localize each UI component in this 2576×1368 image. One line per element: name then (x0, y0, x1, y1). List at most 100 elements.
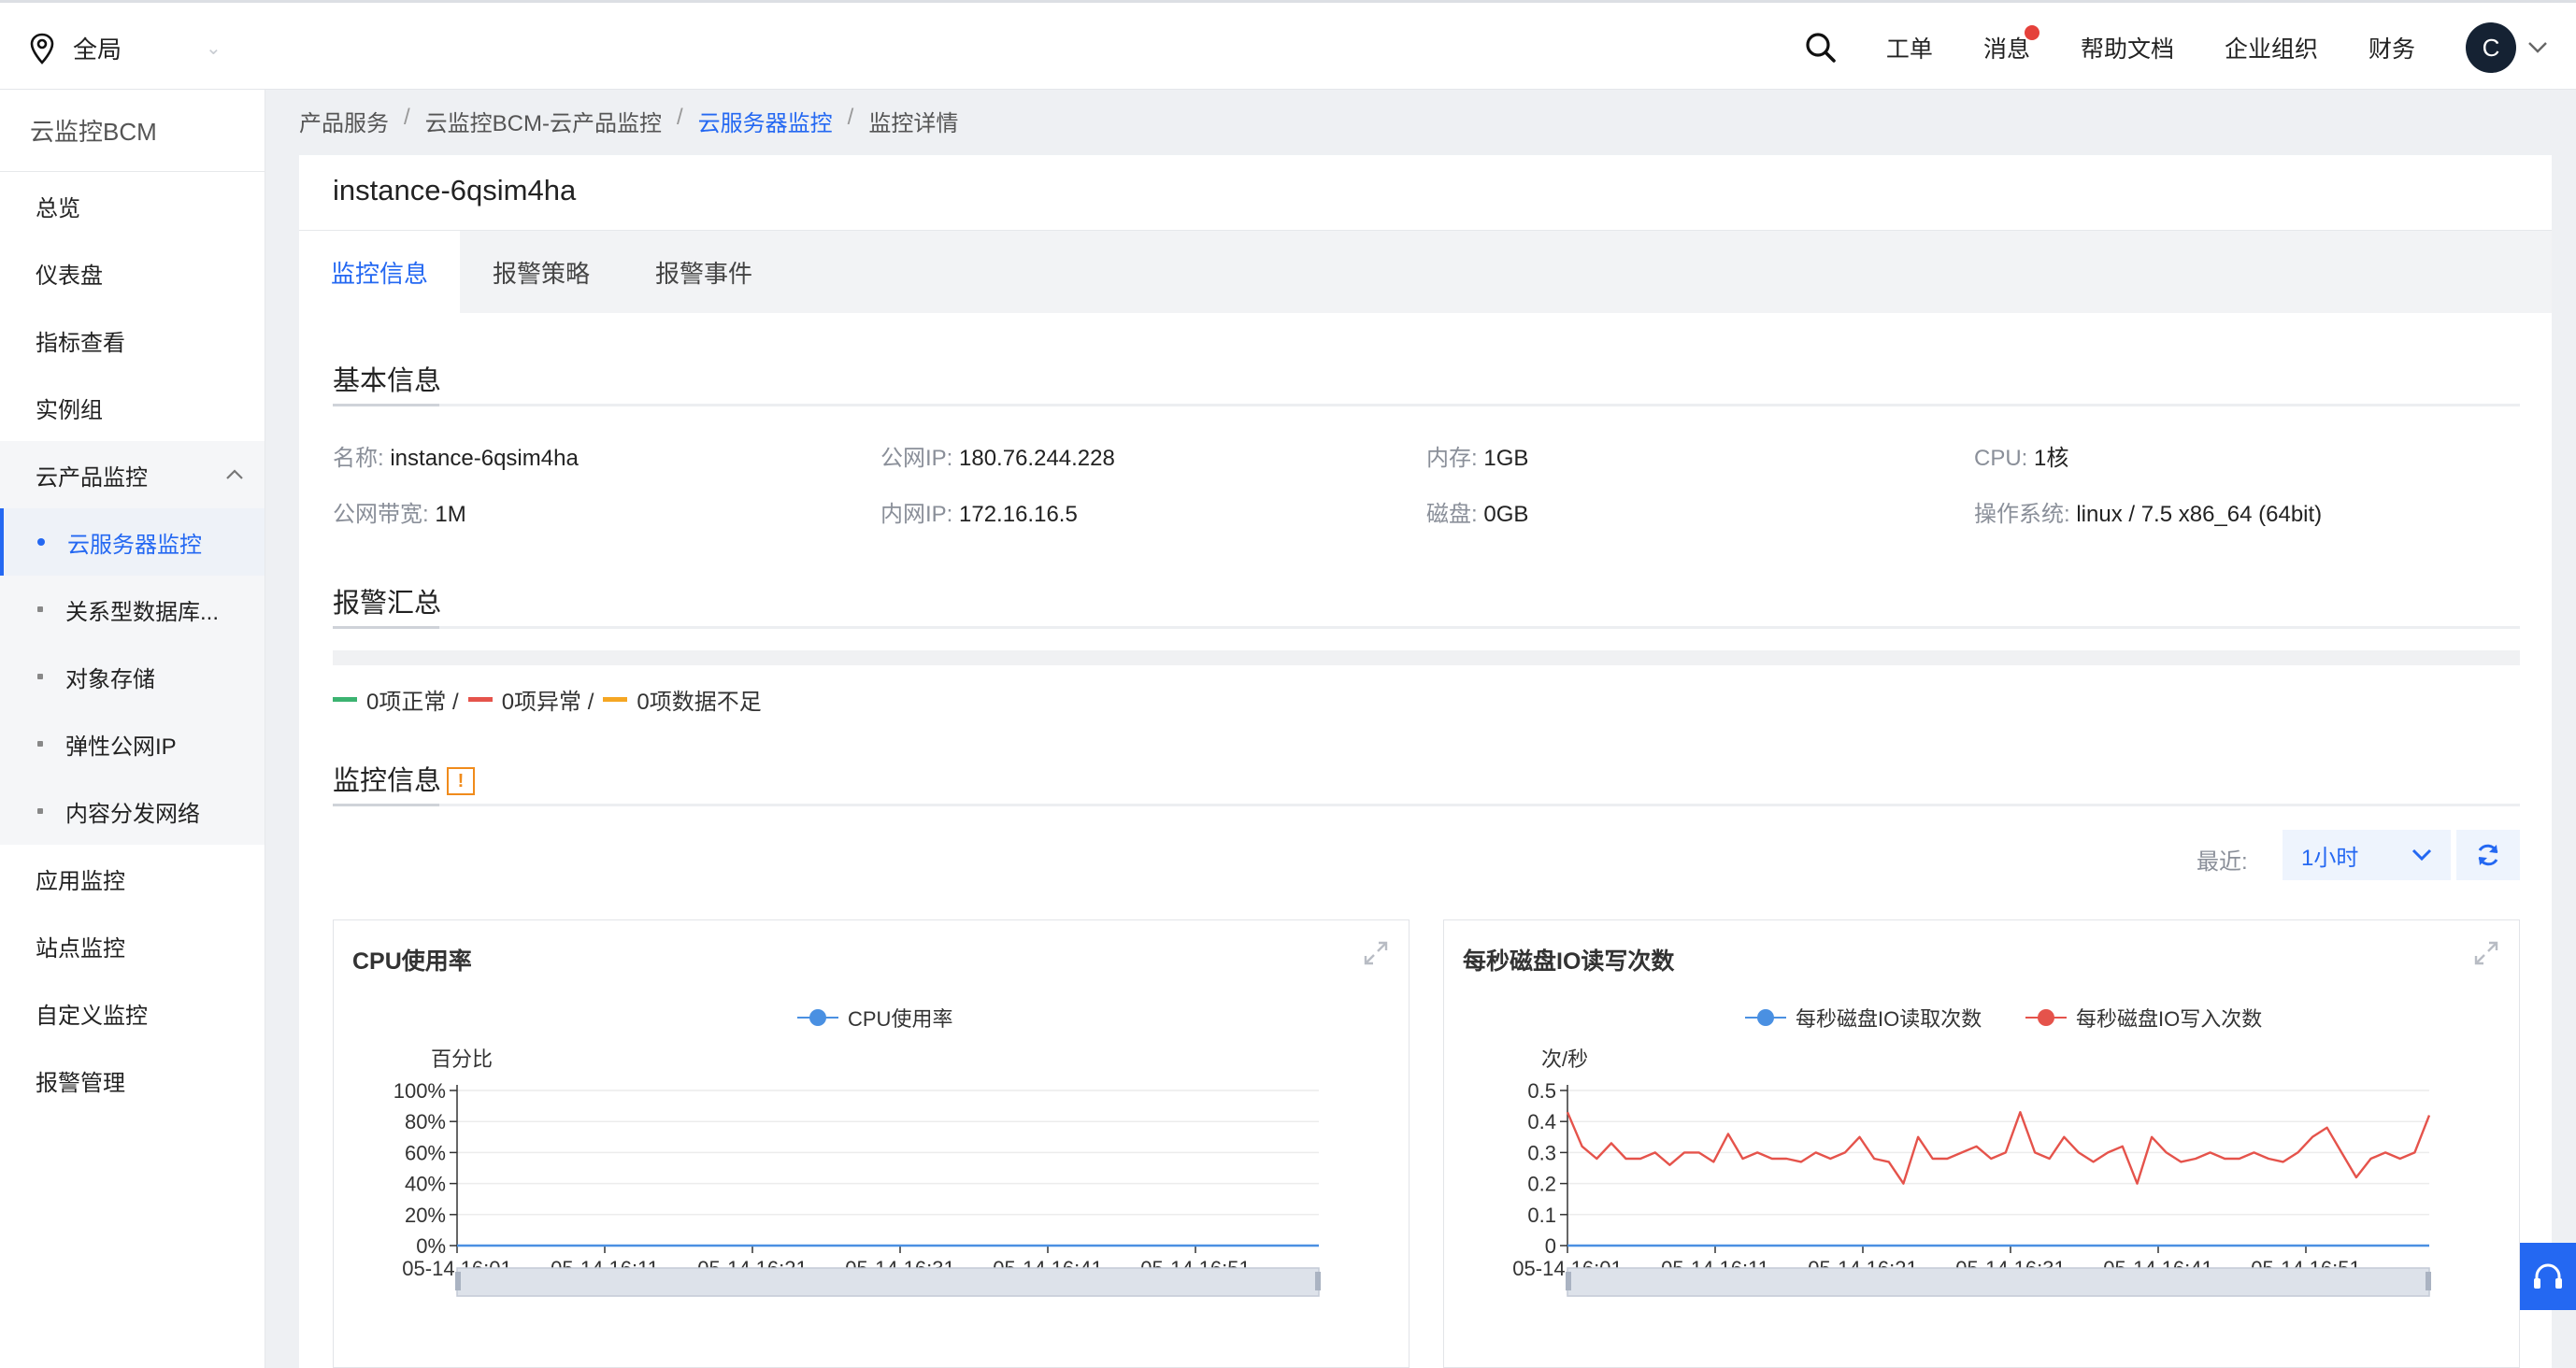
nav-tickets[interactable]: 工单 (1886, 31, 1933, 64)
sidebar-item-instance-groups[interactable]: 实例组 (0, 374, 265, 441)
sidebar: 云监控BCM 总览 仪表盘 指标查看 实例组 云产品监控 云服务器监控 关系型数… (0, 90, 265, 1368)
series-line (1566, 1110, 2431, 1185)
bullet-icon (37, 741, 43, 747)
alarm-legend: 0项正常 / 0项异常 / 0项数据不足 (333, 683, 762, 716)
y-tick-label: 0.3 (1527, 1141, 1556, 1164)
tab-alarm-policy[interactable]: 报警策略 (460, 231, 623, 313)
chart-card-cpu: CPU使用率 CPU使用率 百分比 100% 80% 60% 40% 20% 0% 05-14 … (333, 919, 1410, 1368)
tab-alarm-events[interactable]: 报警事件 (623, 231, 785, 313)
zoom-slider (1567, 1267, 2430, 1297)
sidebar-item-alarm-management[interactable]: 报警管理 (0, 1047, 265, 1114)
nav-finance[interactable]: 财务 (2368, 31, 2415, 64)
sidebar-item-dashboard[interactable]: 仪表盘 (0, 239, 265, 306)
page-title: instance-6qsim4ha (333, 174, 577, 207)
nav-messages-label: 消息 (1982, 36, 2030, 63)
warning-icon[interactable]: ! (447, 767, 475, 795)
sidebar-group-label: 云产品监控 (36, 464, 148, 491)
sidebar-item-app-monitor[interactable]: 应用监控 (0, 845, 265, 912)
breadcrumb-separator: / (404, 105, 410, 130)
bullet-icon (37, 538, 45, 546)
sidebar-group-cloud-products: 云产品监控 云服务器监控 关系型数据库... 对象存储 弹性公网IP 内容分发网… (0, 441, 265, 845)
breadcrumb: 产品服务 / 云监控BCM-云产品监控 / 云服务器监控 / 监控详情 (299, 105, 958, 137)
sidebar-group-header[interactable]: 云产品监控 (0, 441, 265, 508)
breadcrumb-current: 监控详情 (868, 111, 959, 136)
legend-item: 每秒磁盘IO读取次数 (1745, 1007, 1982, 1031)
recent-label: 最近: (2197, 849, 2248, 875)
chevron-down-icon[interactable] (2527, 41, 2548, 54)
search-icon[interactable] (1802, 29, 1839, 66)
sidebar-item-rds[interactable]: 关系型数据库... (0, 576, 265, 643)
info-name: 名称: instance-6qsim4ha (333, 446, 579, 471)
alarm-abnormal-count: 0项异常 / (501, 690, 594, 715)
legend-marker (2038, 1009, 2054, 1026)
sidebar-item-metrics[interactable]: 指标查看 (0, 306, 265, 374)
nav-organization[interactable]: 企业组织 (2225, 31, 2318, 64)
normal-legend-line (333, 697, 357, 702)
legend-label: 每秒磁盘IO写入次数 (2076, 1007, 2262, 1031)
sidebar-item-label: 内容分发网络 (65, 801, 200, 827)
sidebar-item-overview[interactable]: 总览 (0, 172, 265, 239)
chevron-down-icon: ⌄ (206, 38, 222, 59)
region-selector[interactable]: 全局 ⌄ (28, 31, 222, 65)
customer-service-button[interactable] (2520, 1243, 2576, 1310)
section-title-monitor: 监控信息 (333, 766, 442, 796)
abnormal-legend-line (467, 697, 493, 702)
y-tick-label: 0.5 (1527, 1079, 1556, 1103)
legend-marker (1757, 1009, 1774, 1026)
sidebar-item-cdn[interactable]: 内容分发网络 (0, 777, 265, 845)
tab-bar: 监控信息 报警策略 报警事件 (299, 231, 2552, 313)
time-range-value: 1小时 (2301, 845, 2359, 871)
zoom-handle-left (1566, 1272, 1571, 1290)
y-tick-label: 80% (405, 1110, 446, 1133)
top-nav: 工单 消息 帮助文档 企业组织 财务 C (1802, 21, 2548, 74)
breadcrumb-item[interactable]: 产品服务 (299, 105, 389, 137)
sidebar-item-label: 云服务器监控 (67, 532, 202, 558)
alarm-normal-count: 0项正常 / (366, 690, 459, 715)
insufficient-legend-line (603, 697, 628, 702)
chart-plot: 每秒磁盘IO读取次数 每秒磁盘IO写入次数次/秒0.50.40.30.20.100… (1512, 1007, 2431, 1297)
breadcrumb-item[interactable]: 云监控BCM-云产品监控 (425, 105, 662, 137)
nav-messages[interactable]: 消息 (1982, 25, 2039, 64)
y-tick-label: 40% (405, 1173, 446, 1196)
notification-dot (2024, 25, 2039, 40)
bullet-icon (37, 808, 43, 814)
bullet-icon (37, 606, 43, 612)
legend-item: 每秒磁盘IO写入次数 (2025, 1007, 2262, 1031)
location-pin-icon (30, 33, 54, 64)
y-tick-label: 0.4 (1527, 1110, 1556, 1133)
y-axis-label: 百分比 (431, 1047, 493, 1071)
zoom-handle-left (455, 1272, 461, 1290)
nav-help-docs[interactable]: 帮助文档 (2081, 31, 2174, 64)
top-bar: 全局 ⌄ 工单 消息 帮助文档 企业组织 财务 C (0, 0, 2576, 90)
y-axis-label: 次/秒 (1541, 1047, 1588, 1071)
legend-label: CPU使用率 (848, 1007, 952, 1031)
alarm-insufficient-count: 0项数据不足 (637, 690, 762, 715)
chart-card-disk-io: 每秒磁盘IO读写次数 每秒磁盘IO读取次数 每秒磁盘IO写入次数 次/秒 0.5 0.4… (1443, 919, 2520, 1368)
sidebar-item-bos[interactable]: 对象存储 (0, 643, 265, 710)
refresh-button[interactable] (2456, 830, 2520, 880)
info-disk: 磁盘: 0GB (1426, 502, 1529, 527)
info-bandwidth: 公网带宽: 1M (333, 502, 466, 527)
y-tick-label: 20% (405, 1204, 446, 1227)
section-divider (333, 404, 2520, 406)
sidebar-item-site-monitor[interactable]: 站点监控 (0, 912, 265, 979)
chevron-up-icon (226, 469, 243, 479)
tab-monitor-info[interactable]: 监控信息 (299, 231, 460, 313)
sidebar-item-label: 弹性公网IP (65, 734, 177, 760)
chevron-down-icon (2411, 848, 2432, 862)
info-cpu: CPU: 1核 (1974, 446, 2069, 471)
headset-icon (2534, 1263, 2562, 1289)
breadcrumb-link[interactable]: 云服务器监控 (698, 105, 833, 137)
time-range-select[interactable]: 1小时 (2283, 830, 2451, 880)
zoom-handle-right (2426, 1272, 2431, 1290)
section-title-alarm-summary: 报警汇总 (333, 589, 442, 619)
section-title-basic-info: 基本信息 (333, 366, 442, 396)
sidebar-item-bcc-monitor[interactable]: 云服务器监控 (0, 508, 265, 576)
sidebar-item-eip[interactable]: 弹性公网IP (0, 710, 265, 777)
bullet-icon (37, 674, 43, 679)
breadcrumb-separator: / (677, 105, 683, 130)
avatar[interactable]: C (2466, 22, 2516, 73)
sidebar-item-custom-monitor[interactable]: 自定义监控 (0, 979, 265, 1047)
zoom-slider (456, 1267, 1320, 1297)
section-divider (333, 804, 2520, 806)
